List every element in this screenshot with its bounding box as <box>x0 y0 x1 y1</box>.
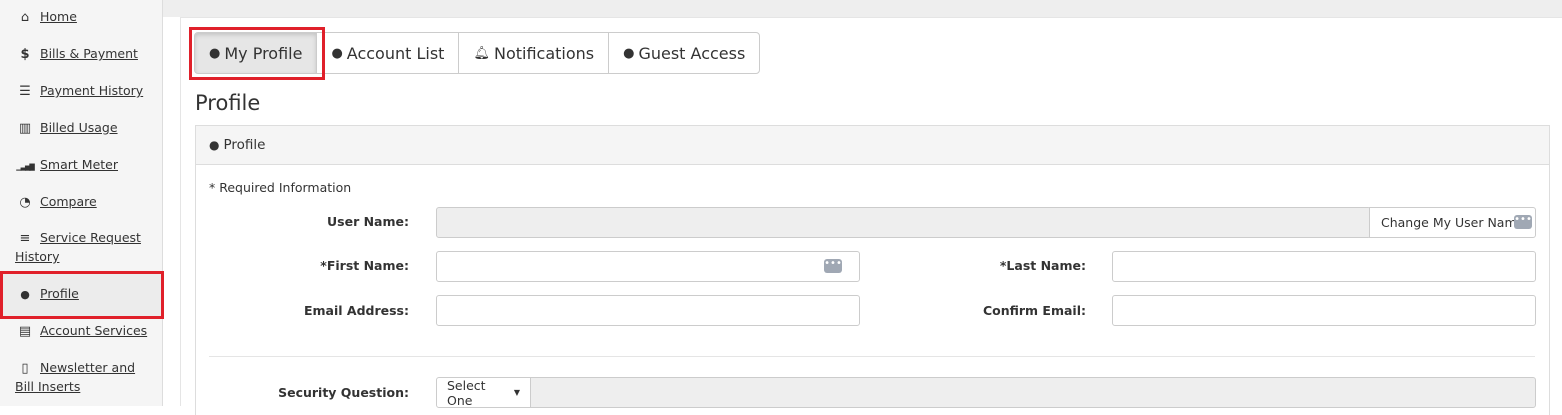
panel-heading-label: Profile <box>223 137 266 153</box>
profile-panel: ● Profile * Required Information User Nam… <box>195 125 1550 415</box>
email-label: Email Address: <box>303 303 409 318</box>
confirm-email-field[interactable] <box>1112 295 1536 326</box>
user-icon: ● <box>623 45 635 61</box>
security-question-selected: Select One <box>447 377 486 408</box>
security-question-field[interactable] <box>530 377 1536 408</box>
bell-icon: 🔔︎ <box>473 45 490 61</box>
security-question-label: Security Question: <box>278 385 409 400</box>
sidebar-item-account-services[interactable]: ▤ Account Services <box>15 322 155 341</box>
user-icon: ● <box>209 138 220 152</box>
divider <box>209 356 1535 357</box>
sidebar-item-home[interactable]: ⌂ Home <box>15 8 155 27</box>
sidebar-item-smart-meter[interactable]: ▁▃▅▇ Smart Meter <box>15 156 155 176</box>
password-manager-icon: ••• <box>824 259 842 273</box>
tab-account-list[interactable]: ● Account List <box>316 32 460 74</box>
caret-down-icon: ▼ <box>513 388 520 397</box>
confirm-email-label: Confirm Email: <box>982 303 1086 318</box>
change-user-name-label: Change My User Name <box>1381 215 1525 230</box>
sidebar-item-label: Bills & Payment <box>40 46 138 61</box>
sidebar-item-label: Home <box>40 9 77 24</box>
user-icon: ● <box>331 45 343 61</box>
sidebar-item-profile[interactable]: ● Profile <box>0 271 164 319</box>
profile-tabs: ● My Profile ● Account List 🔔︎ Notification… <box>194 32 761 74</box>
sidebar-item-label: Compare <box>40 194 97 209</box>
required-note: * Required Information <box>209 180 352 195</box>
sidebar-item-label: Smart Meter <box>40 157 118 172</box>
user-name-label: User Name: <box>327 214 409 229</box>
main-content: ● My Profile ● Account List 🔔︎ Notification… <box>180 17 1562 415</box>
top-strip <box>163 0 1562 17</box>
tab-notifications[interactable]: 🔔︎ Notifications <box>458 32 610 74</box>
user-icon: ● <box>209 45 221 61</box>
sidebar-item-label: Payment History <box>40 83 144 98</box>
tab-label: My Profile <box>224 43 303 63</box>
tab-label: Guest Access <box>638 43 746 63</box>
sidebar-item-label: Profile <box>40 286 79 301</box>
sidebar-item-label: Account Services <box>40 323 148 338</box>
tab-my-profile[interactable]: ● My Profile <box>194 32 318 74</box>
bar-chart-icon: ▥ <box>18 121 32 136</box>
dashboard-icon: ◔ <box>19 195 31 210</box>
security-question-dropdown[interactable]: Select One ▼ <box>436 377 531 408</box>
user-icon: ● <box>20 288 30 301</box>
sidebar-item-billed-usage[interactable]: ▥ Billed Usage <box>15 119 155 138</box>
tab-label: Notifications <box>493 43 595 63</box>
server-icon: ≡ <box>19 231 31 246</box>
sidebar-item-label: Billed Usage <box>40 120 118 135</box>
document-icon: ▤ <box>18 324 32 339</box>
last-name-field[interactable] <box>1112 251 1536 282</box>
dollar-icon: $ <box>20 47 30 62</box>
file-text-icon: ▯ <box>21 361 29 376</box>
first-name-label: *First Name: <box>320 258 409 273</box>
password-manager-icon: ••• <box>1514 215 1532 229</box>
home-icon: ⌂ <box>20 10 30 25</box>
change-user-name-button[interactable]: Change My User Name <box>1369 207 1536 238</box>
signal-icon: ▁▃▅▇ <box>16 163 35 171</box>
list-icon: ☰ <box>19 84 31 99</box>
panel-heading: ● Profile <box>196 126 1549 165</box>
tab-label: Account List <box>346 43 445 63</box>
email-field[interactable] <box>436 295 860 326</box>
sidebar-item-service-request-history[interactable]: ≡ Service Request History <box>15 229 155 266</box>
first-name-field[interactable] <box>436 251 860 282</box>
sidebar-item-bills-payment[interactable]: $ Bills & Payment <box>15 45 155 64</box>
sidebar-item-newsletter[interactable]: ▯ Newsletter and Bill Inserts <box>15 359 155 396</box>
tab-guest-access[interactable]: ● Guest Access <box>608 32 761 74</box>
user-name-field[interactable] <box>436 207 1371 238</box>
page-title: Profile <box>195 91 261 115</box>
last-name-label: *Last Name: <box>999 258 1086 273</box>
sidebar-nav: ⌂ Home $ Bills & Payment ☰ Payment History … <box>0 0 164 406</box>
sidebar-item-compare[interactable]: ◔ Compare <box>15 193 155 212</box>
sidebar-item-payment-history[interactable]: ☰ Payment History <box>15 82 155 101</box>
